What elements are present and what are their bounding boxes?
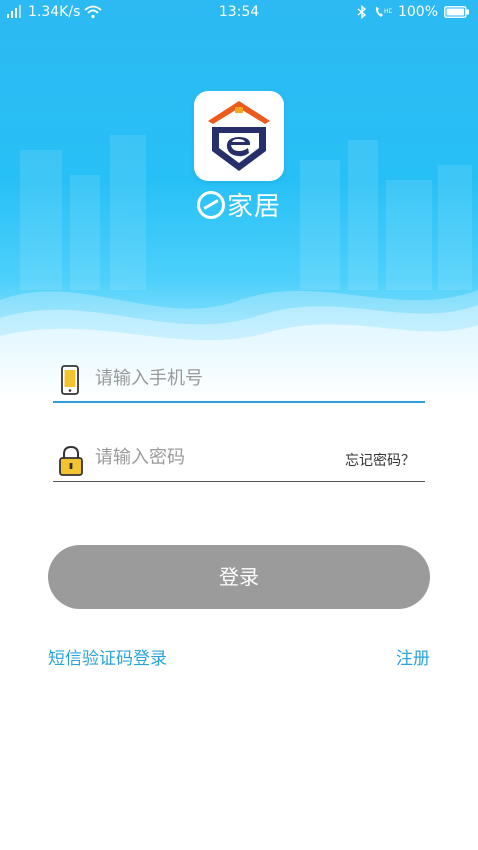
password-field[interactable]: 忘记密码？ <box>53 432 425 482</box>
sms-login-link[interactable]: 短信验证码登录 <box>48 644 167 669</box>
house-shield-logo-icon <box>208 101 270 171</box>
battery-icon <box>444 6 469 18</box>
status-bar: 1.34K/s 13:54 HD 100% <box>0 0 478 26</box>
phone-icon <box>61 365 79 395</box>
phone-field[interactable] <box>53 353 425 403</box>
app-logo <box>194 91 284 181</box>
forgot-password-link[interactable]: 忘记密码？ <box>345 450 415 470</box>
header-banner: 1.34K/s 13:54 HD 100% 家居 <box>0 0 478 400</box>
password-input[interactable] <box>95 442 335 472</box>
e-brand-icon <box>196 191 225 219</box>
hd-call-icon: HD <box>375 7 392 17</box>
battery-percent: 100% <box>397 4 438 20</box>
phone-underline <box>53 401 425 403</box>
bluetooth-icon <box>357 5 367 19</box>
login-button[interactable]: 登录 <box>48 545 430 609</box>
password-underline <box>53 480 425 482</box>
phone-input[interactable] <box>95 363 335 393</box>
svg-text:HD: HD <box>384 8 392 15</box>
app-name: 家居 <box>0 186 478 223</box>
clock: 13:54 <box>218 4 260 20</box>
lock-icon <box>59 445 83 476</box>
app-name-text: 家居 <box>226 192 281 222</box>
register-link[interactable]: 注册 <box>396 644 430 669</box>
